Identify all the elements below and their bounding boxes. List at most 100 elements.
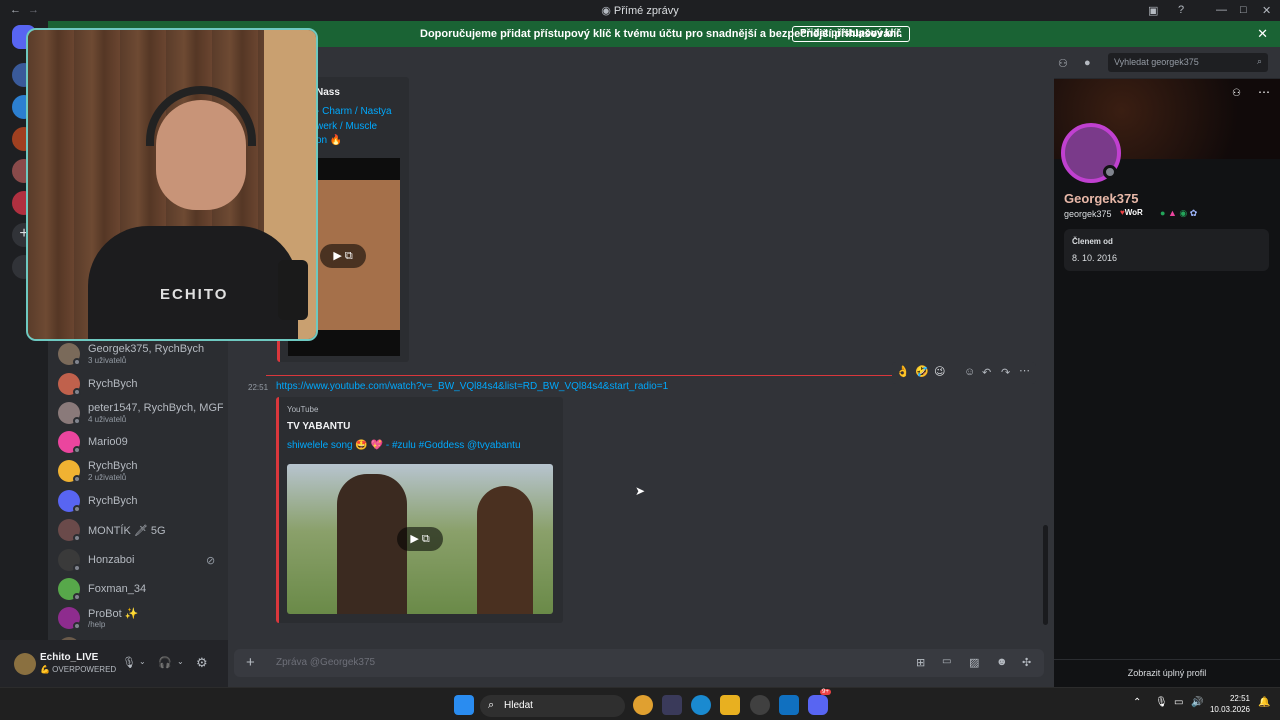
- profile-display-name: Georgek375: [1064, 191, 1139, 206]
- server-tag[interactable]: ♥WoR: [1120, 208, 1143, 217]
- embed-title-line[interactable]: - Charm / Nastya: [316, 106, 392, 117]
- dm-list-item[interactable]: Mario09: [58, 428, 223, 456]
- windows-start-icon[interactable]: [454, 695, 474, 715]
- user-panel: Echito_LIVE 💪 OVERPOWERED 🎙 ⌄ 🎧 ⌄ ⚙: [0, 640, 228, 687]
- app-icon[interactable]: [779, 695, 799, 715]
- close-window-icon[interactable]: ✕: [1262, 4, 1271, 17]
- status-indicator: [73, 534, 81, 542]
- dm-list-item[interactable]: Foxman_34: [58, 575, 223, 603]
- gift-icon[interactable]: ⊞: [916, 656, 925, 669]
- edge-icon[interactable]: [691, 695, 711, 715]
- member-since-card: Členem od 8. 10. 2016: [1064, 229, 1269, 271]
- close-banner-icon[interactable]: ✕: [1257, 26, 1268, 42]
- add-reaction-icon[interactable]: ☺: [964, 366, 975, 378]
- profile-badges: ● ▲ ◉ ✿: [1160, 208, 1197, 219]
- more-options-icon[interactable]: ⋯: [1019, 364, 1030, 377]
- member-since-label: Členem od: [1072, 237, 1113, 246]
- chevron-down-icon[interactable]: ⌄: [139, 657, 146, 666]
- scrollbar-thumb[interactable]: [1043, 525, 1048, 625]
- youtube-video-thumbnail[interactable]: ▶ ⧉: [287, 464, 553, 614]
- person-shirt: ECHITO: [88, 226, 298, 339]
- user-profile-icon[interactable]: ●: [1084, 57, 1091, 69]
- dm-name: RychBych: [88, 460, 138, 472]
- volume-icon[interactable]: 🔊: [1191, 697, 1203, 708]
- notifications-icon[interactable]: 🔔: [1258, 697, 1270, 708]
- microphone-icon[interactable]: 🎙: [122, 656, 136, 669]
- add-friends-icon[interactable]: ⚇: [1058, 57, 1068, 70]
- microphone-shape: [278, 260, 308, 320]
- gif-icon[interactable]: ▭: [942, 656, 951, 667]
- play-icon[interactable]: ▶ ⧉: [320, 244, 366, 268]
- profile-avatar[interactable]: [1061, 123, 1121, 183]
- add-passkey-button[interactable]: Přidat přístupový klíč: [792, 26, 910, 42]
- search-icon: ⌕: [488, 699, 495, 711]
- message-action-bar: 👌 🤣 😉 ☺ ↶ ↷ ⋯: [892, 362, 1036, 384]
- dm-list-item[interactable]: Georgek375, RychBych 3 uživatelů: [58, 340, 223, 368]
- dm-list-item[interactable]: ProBot ✨/help: [58, 604, 223, 632]
- quick-reaction-emoji[interactable]: 🤣: [915, 365, 929, 378]
- dm-list-item[interactable]: MONTÍK 🗡 5G: [58, 516, 223, 544]
- reply-icon[interactable]: ↶: [982, 366, 991, 379]
- apps-icon[interactable]: ✣: [1022, 656, 1031, 669]
- status-indicator: [73, 446, 81, 454]
- dm-list-item[interactable]: Honzaboi: [58, 546, 223, 574]
- add-friend-icon[interactable]: ⚇: [1232, 88, 1241, 99]
- emoji-icon[interactable]: ☻: [996, 656, 1008, 668]
- embed-channel[interactable]: TV YABANTU: [287, 421, 350, 432]
- inbox-icon[interactable]: ▣: [1148, 4, 1158, 17]
- view-full-profile-link[interactable]: Zobrazit úplný profil: [1054, 668, 1280, 678]
- dm-name: peter1547, RychBych, MGF...: [88, 402, 223, 414]
- status-indicator: [73, 388, 81, 396]
- help-icon[interactable]: ?: [1178, 4, 1184, 16]
- dm-subtitle: 4 uživatelů: [88, 415, 127, 424]
- chat-area: Nass - Charm / Nastya werk / Muscle on 🔥…: [228, 47, 1054, 687]
- embed-title-line[interactable]: werk / Muscle: [316, 121, 377, 132]
- dm-name: RychBych: [88, 378, 138, 390]
- maximize-icon[interactable]: □: [1240, 4, 1247, 16]
- quick-reaction-emoji[interactable]: 😉: [934, 365, 945, 378]
- network-icon[interactable]: ▭: [1174, 697, 1183, 708]
- more-options-icon[interactable]: ⋯: [1258, 85, 1270, 99]
- dm-list-item[interactable]: RychBych: [58, 370, 223, 398]
- status-indicator: [73, 505, 81, 513]
- minimize-icon[interactable]: —: [1216, 4, 1227, 16]
- message-link[interactable]: https://www.youtube.com/watch?v=_BW_VQl8…: [276, 381, 668, 392]
- message-input-placeholder[interactable]: Zpráva @Georgek375: [276, 657, 375, 668]
- message-composer[interactable]: + Zpráva @Georgek375 ⊞ ▭ ▨ ☻ ✣: [234, 649, 1044, 677]
- headphones-icon[interactable]: 🎧: [158, 656, 172, 669]
- discord-taskbar-icon[interactable]: 9+: [808, 689, 831, 715]
- chevron-up-icon[interactable]: ⌃: [1133, 697, 1141, 708]
- youtube-embed: YouTube TV YABANTU shiwelele song 🤩 💖 - …: [276, 397, 563, 623]
- taskbar-search[interactable]: ⌕ Hledat: [480, 695, 625, 717]
- chrome-icon[interactable]: [633, 695, 653, 715]
- forward-icon[interactable]: ↷: [1001, 366, 1010, 379]
- dm-list-item[interactable]: peter1547, RychBych, MGF... 4 uživatelů: [58, 399, 223, 427]
- message-timestamp: 22:51: [248, 383, 269, 392]
- play-icon[interactable]: ▶ ⧉: [397, 527, 443, 551]
- search-input[interactable]: Vyhledat georgek375 ⌕: [1108, 53, 1268, 72]
- offline-status-indicator: [1103, 165, 1117, 179]
- chevron-down-icon[interactable]: ⌄: [177, 657, 184, 666]
- title-bar: ← → ◉ Přímé zprávy ▣ ? — □ ✕: [0, 0, 1280, 21]
- embed-title-line[interactable]: on 🔥: [316, 135, 342, 146]
- clock[interactable]: 22:51 10.03.2026: [1208, 694, 1250, 714]
- file-explorer-icon[interactable]: [720, 695, 740, 715]
- sticker-icon[interactable]: ▨: [969, 656, 979, 669]
- badge-icon[interactable]: ✿: [1190, 208, 1198, 218]
- quick-reaction-emoji[interactable]: 👌: [896, 365, 910, 378]
- status-indicator: [73, 358, 81, 366]
- badge-icon[interactable]: ▲: [1168, 208, 1177, 218]
- badge-icon[interactable]: ●: [1160, 208, 1165, 218]
- dm-name: Mario09: [88, 436, 128, 448]
- settings-gear-icon[interactable]: ⚙: [196, 655, 208, 671]
- attach-plus-icon[interactable]: +: [246, 654, 255, 671]
- embed-video-title[interactable]: shiwelele song 🤩 💖 - #zulu #Goddess @tvy…: [287, 440, 521, 451]
- badge-icon[interactable]: ◉: [1179, 208, 1187, 218]
- avatar[interactable]: [14, 653, 36, 675]
- store-icon[interactable]: [662, 695, 682, 715]
- app-icon[interactable]: [750, 695, 770, 715]
- dm-list-item[interactable]: RychBych 2 uživatelů: [58, 457, 223, 485]
- username[interactable]: Echito_LIVE: [40, 652, 98, 663]
- microphone-icon[interactable]: 🎙: [1155, 697, 1168, 708]
- dm-list-item[interactable]: RychBych: [58, 487, 223, 515]
